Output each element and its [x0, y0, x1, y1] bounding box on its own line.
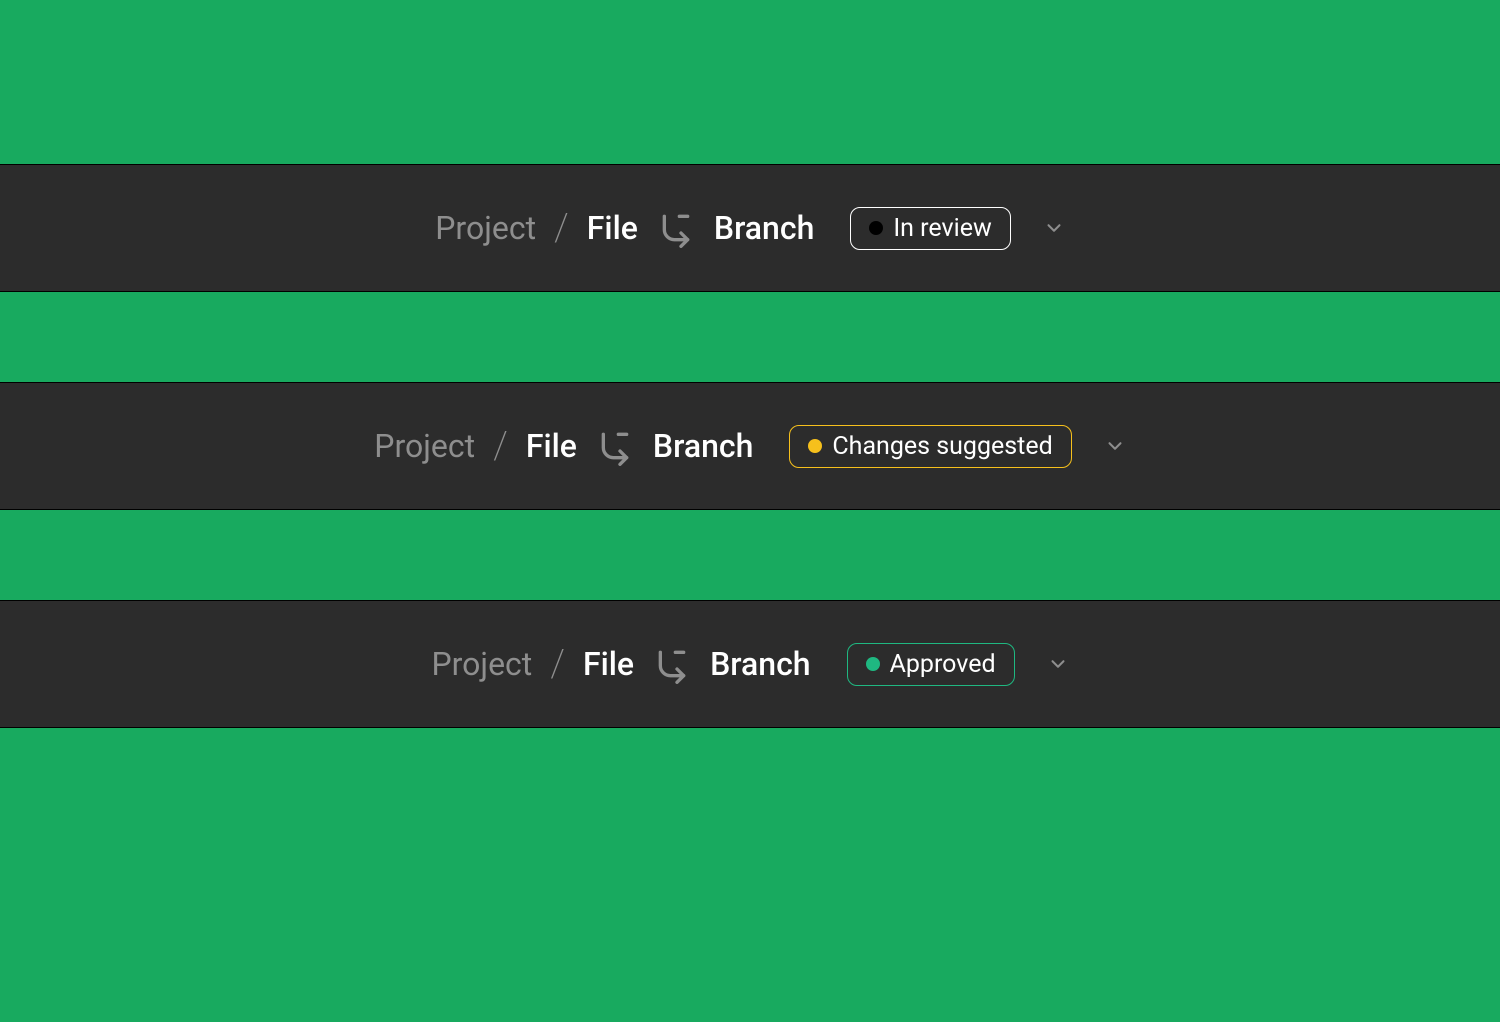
branch-menu-trigger[interactable]: [1104, 435, 1126, 457]
breadcrumb-project[interactable]: Project: [431, 645, 532, 683]
breadcrumb-bar: Project / File Branch Changes suggested: [0, 382, 1500, 510]
breadcrumb-bar: Project / File Branch In review: [0, 164, 1500, 292]
status-dot-icon: [869, 221, 883, 235]
status-label: In review: [893, 216, 991, 241]
breadcrumb-file[interactable]: File: [583, 645, 634, 683]
chevron-down-icon: [1047, 653, 1069, 675]
review-status-pill[interactable]: Approved: [847, 643, 1015, 686]
breadcrumb-project[interactable]: Project: [374, 427, 475, 465]
status-dot-icon: [808, 439, 822, 453]
breadcrumb-separator: /: [554, 206, 569, 250]
status-dot-icon: [866, 657, 880, 671]
chevron-down-icon: [1104, 435, 1126, 457]
branch-menu-trigger[interactable]: [1047, 653, 1069, 675]
breadcrumb: Project / File Branch Approved: [431, 642, 1068, 686]
chevron-down-icon: [1043, 217, 1065, 239]
breadcrumb-project[interactable]: Project: [435, 209, 536, 247]
status-label: Approved: [890, 652, 996, 677]
breadcrumb-separator: /: [493, 424, 508, 468]
breadcrumb-bar: Project / File Branch Approved: [0, 600, 1500, 728]
review-status-pill[interactable]: Changes suggested: [789, 425, 1071, 468]
branch-menu-trigger[interactable]: [1043, 217, 1065, 239]
branch-arrow-icon: [595, 426, 635, 466]
breadcrumb-file[interactable]: File: [587, 209, 638, 247]
breadcrumb-branch[interactable]: Branch: [710, 645, 811, 683]
breadcrumb-branch[interactable]: Branch: [714, 209, 815, 247]
breadcrumb-branch[interactable]: Branch: [653, 427, 754, 465]
status-label: Changes suggested: [832, 434, 1052, 459]
breadcrumb-file[interactable]: File: [526, 427, 577, 465]
branch-arrow-icon: [656, 208, 696, 248]
branch-arrow-icon: [652, 644, 692, 684]
breadcrumb: Project / File Branch Changes suggested: [374, 424, 1125, 468]
breadcrumb: Project / File Branch In review: [435, 206, 1065, 250]
breadcrumb-separator: /: [550, 642, 565, 686]
review-status-pill[interactable]: In review: [850, 207, 1010, 250]
